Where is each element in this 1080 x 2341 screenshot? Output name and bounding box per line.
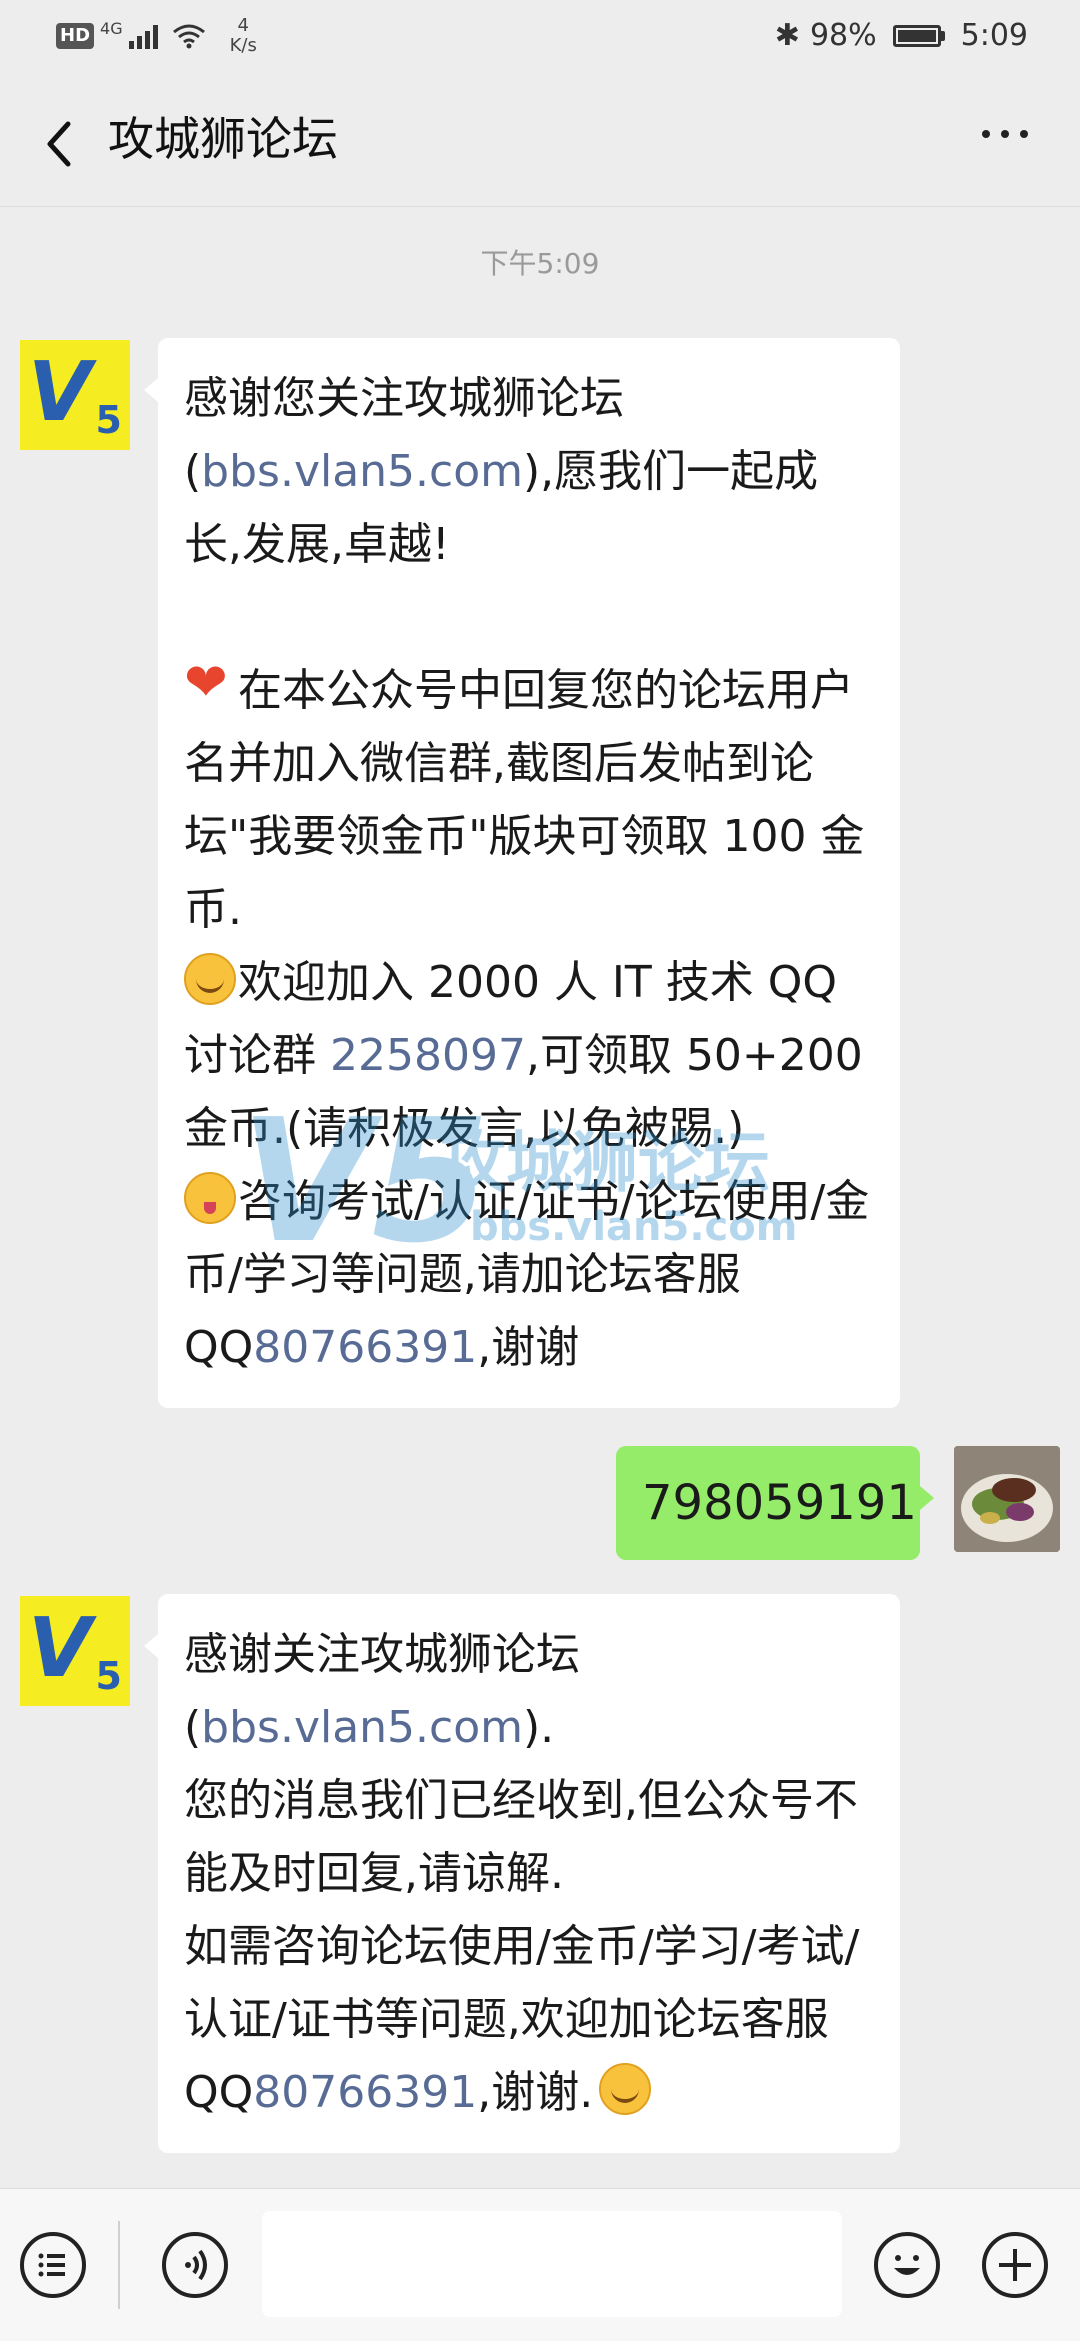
message-paragraph: 感谢关注攻城狮论坛(bbs.vlan5.com). xyxy=(184,1629,580,1753)
smile-emoji-icon xyxy=(599,2063,652,2115)
heart-emoji-icon xyxy=(184,657,236,713)
official-account-avatar[interactable]: V5 xyxy=(20,340,130,450)
menu-icon[interactable] xyxy=(20,2232,86,2298)
official-account-avatar[interactable]: V5 xyxy=(20,1596,130,1706)
message-paragraph: 咨询考试/认证/证书/论坛使用/金币/学习等问题,请加论坛客服 QQ807663… xyxy=(184,1165,874,1384)
user-avatar[interactable] xyxy=(954,1446,1060,1552)
food-photo-icon xyxy=(954,1446,1060,1552)
message-input[interactable] xyxy=(262,2211,842,2317)
wink-emoji-icon xyxy=(184,1172,236,1224)
battery-icon xyxy=(892,24,945,47)
forum-link[interactable]: bbs.vlan5.com xyxy=(201,446,523,497)
more-icon[interactable] xyxy=(982,130,1028,138)
qq-service-link[interactable]: 80766391 xyxy=(253,2067,477,2118)
chat-header: 攻城狮论坛 xyxy=(0,76,1080,207)
message-paragraph: 在本公众号中回复您的论坛用户名并加入微信群,截图后发帖到论坛"我要领金币"版块可… xyxy=(184,654,874,946)
bluetooth-icon: ✱ xyxy=(774,18,800,53)
message-paragraph: 如需咨询论坛使用/金币/学习/考试/认证/证书等问题,欢迎加论坛客服 QQ807… xyxy=(184,1921,860,2118)
message-timestamp: 下午5:09 xyxy=(480,247,600,280)
input-bar xyxy=(0,2188,1080,2341)
clock: 5:09 xyxy=(960,18,1028,53)
divider xyxy=(118,2221,120,2309)
qq-group-link[interactable]: 2258097 xyxy=(330,1030,526,1081)
chat-title: 攻城狮论坛 xyxy=(108,112,338,166)
status-bar: HD 4G 4 K/s ✱ 98% 5:09 xyxy=(0,0,1080,76)
signal-icon xyxy=(128,23,158,49)
voice-input-icon[interactable] xyxy=(162,2232,228,2298)
back-icon[interactable] xyxy=(38,114,88,174)
message-paragraph: 欢迎加入 2000 人 IT 技术 QQ 讨论群 2258097,可领取 50+… xyxy=(184,946,874,1165)
qq-service-link[interactable]: 80766391 xyxy=(253,1322,477,1373)
emoji-icon[interactable] xyxy=(874,2232,940,2298)
message-paragraph: 感谢您关注攻城狮论坛(bbs.vlan5.com),愿我们一起成长,发展,卓越! xyxy=(184,373,819,570)
message-bubble-welcome[interactable]: 感谢您关注攻城狮论坛(bbs.vlan5.com),愿我们一起成长,发展,卓越!… xyxy=(144,338,900,1408)
network-type: 4G xyxy=(100,18,123,38)
add-icon[interactable] xyxy=(982,2232,1048,2298)
wifi-icon xyxy=(172,24,205,49)
forum-link[interactable]: bbs.vlan5.com xyxy=(201,1702,523,1753)
battery-percent: 98% xyxy=(809,18,877,53)
smile-emoji-icon xyxy=(184,953,236,1005)
message-paragraph: 您的消息我们已经收到,但公众号不能及时回复,请谅解. xyxy=(184,1775,858,1899)
message-bubble-reply[interactable]: 感谢关注攻城狮论坛(bbs.vlan5.com). 您的消息我们已经收到,但公众… xyxy=(144,1594,900,2153)
hd-badge: HD xyxy=(56,23,95,49)
net-speed: 4 K/s xyxy=(229,15,257,56)
message-bubble-sent[interactable]: 798059191 xyxy=(616,1446,934,1560)
